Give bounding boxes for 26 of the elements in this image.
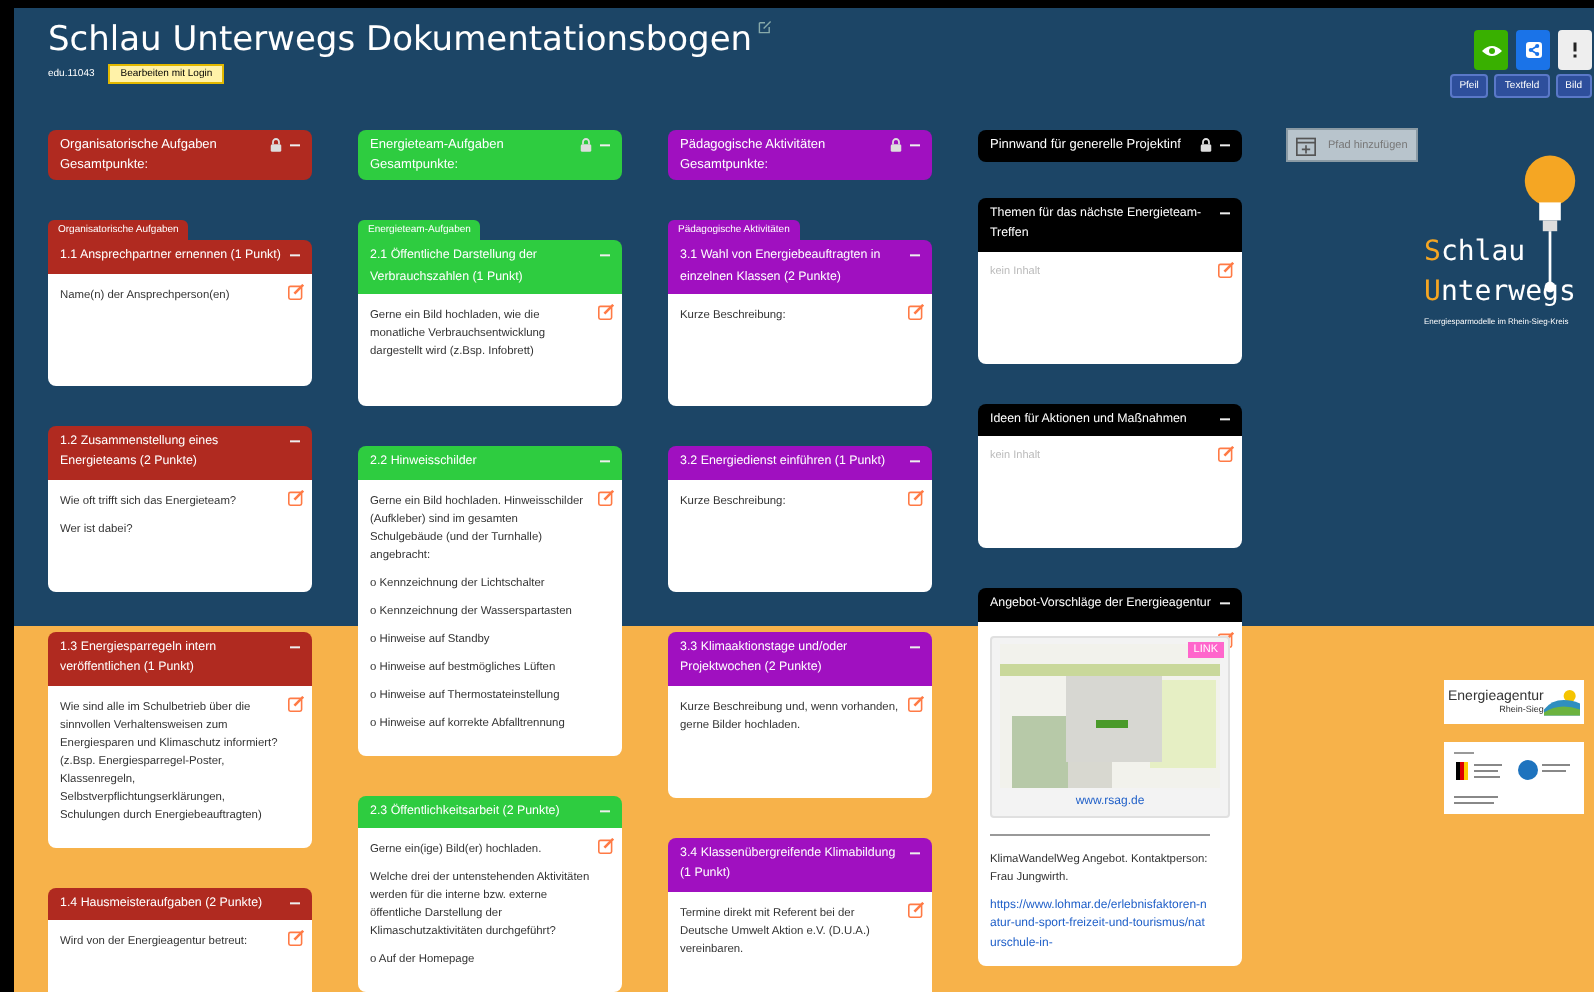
edit-icon[interactable] bbox=[598, 838, 614, 854]
more-button[interactable] bbox=[1558, 30, 1592, 70]
eye-icon bbox=[1481, 43, 1501, 57]
edit-icon[interactable] bbox=[288, 695, 304, 711]
edit-icon[interactable] bbox=[758, 20, 773, 34]
board-title: Schlau Unterwegs Dokumentationsbogen bbox=[48, 20, 753, 60]
calendar-plus-icon bbox=[1296, 135, 1316, 155]
edit-icon[interactable] bbox=[908, 489, 924, 505]
more-icon bbox=[1572, 42, 1578, 58]
edit-icon[interactable] bbox=[288, 930, 304, 946]
logo-text: Unterwegs bbox=[1424, 276, 1576, 308]
edit-icon[interactable] bbox=[1218, 446, 1234, 462]
edit-icon[interactable] bbox=[1218, 261, 1234, 277]
edit-icon[interactable] bbox=[288, 283, 304, 299]
share-icon bbox=[1525, 42, 1541, 58]
landscape-icon bbox=[1543, 684, 1580, 720]
edit-icon[interactable] bbox=[908, 901, 924, 917]
sponsor-logo-drawing bbox=[1444, 742, 1584, 814]
logo-text: Schlau bbox=[1424, 236, 1526, 268]
share-button[interactable] bbox=[1516, 30, 1550, 70]
edit-icon[interactable] bbox=[598, 304, 614, 320]
view-button[interactable] bbox=[1474, 30, 1508, 70]
edit-icon[interactable] bbox=[908, 695, 924, 711]
edit-icon[interactable] bbox=[908, 304, 924, 320]
edit-icon[interactable] bbox=[288, 489, 304, 505]
edit-icon[interactable] bbox=[598, 489, 614, 505]
